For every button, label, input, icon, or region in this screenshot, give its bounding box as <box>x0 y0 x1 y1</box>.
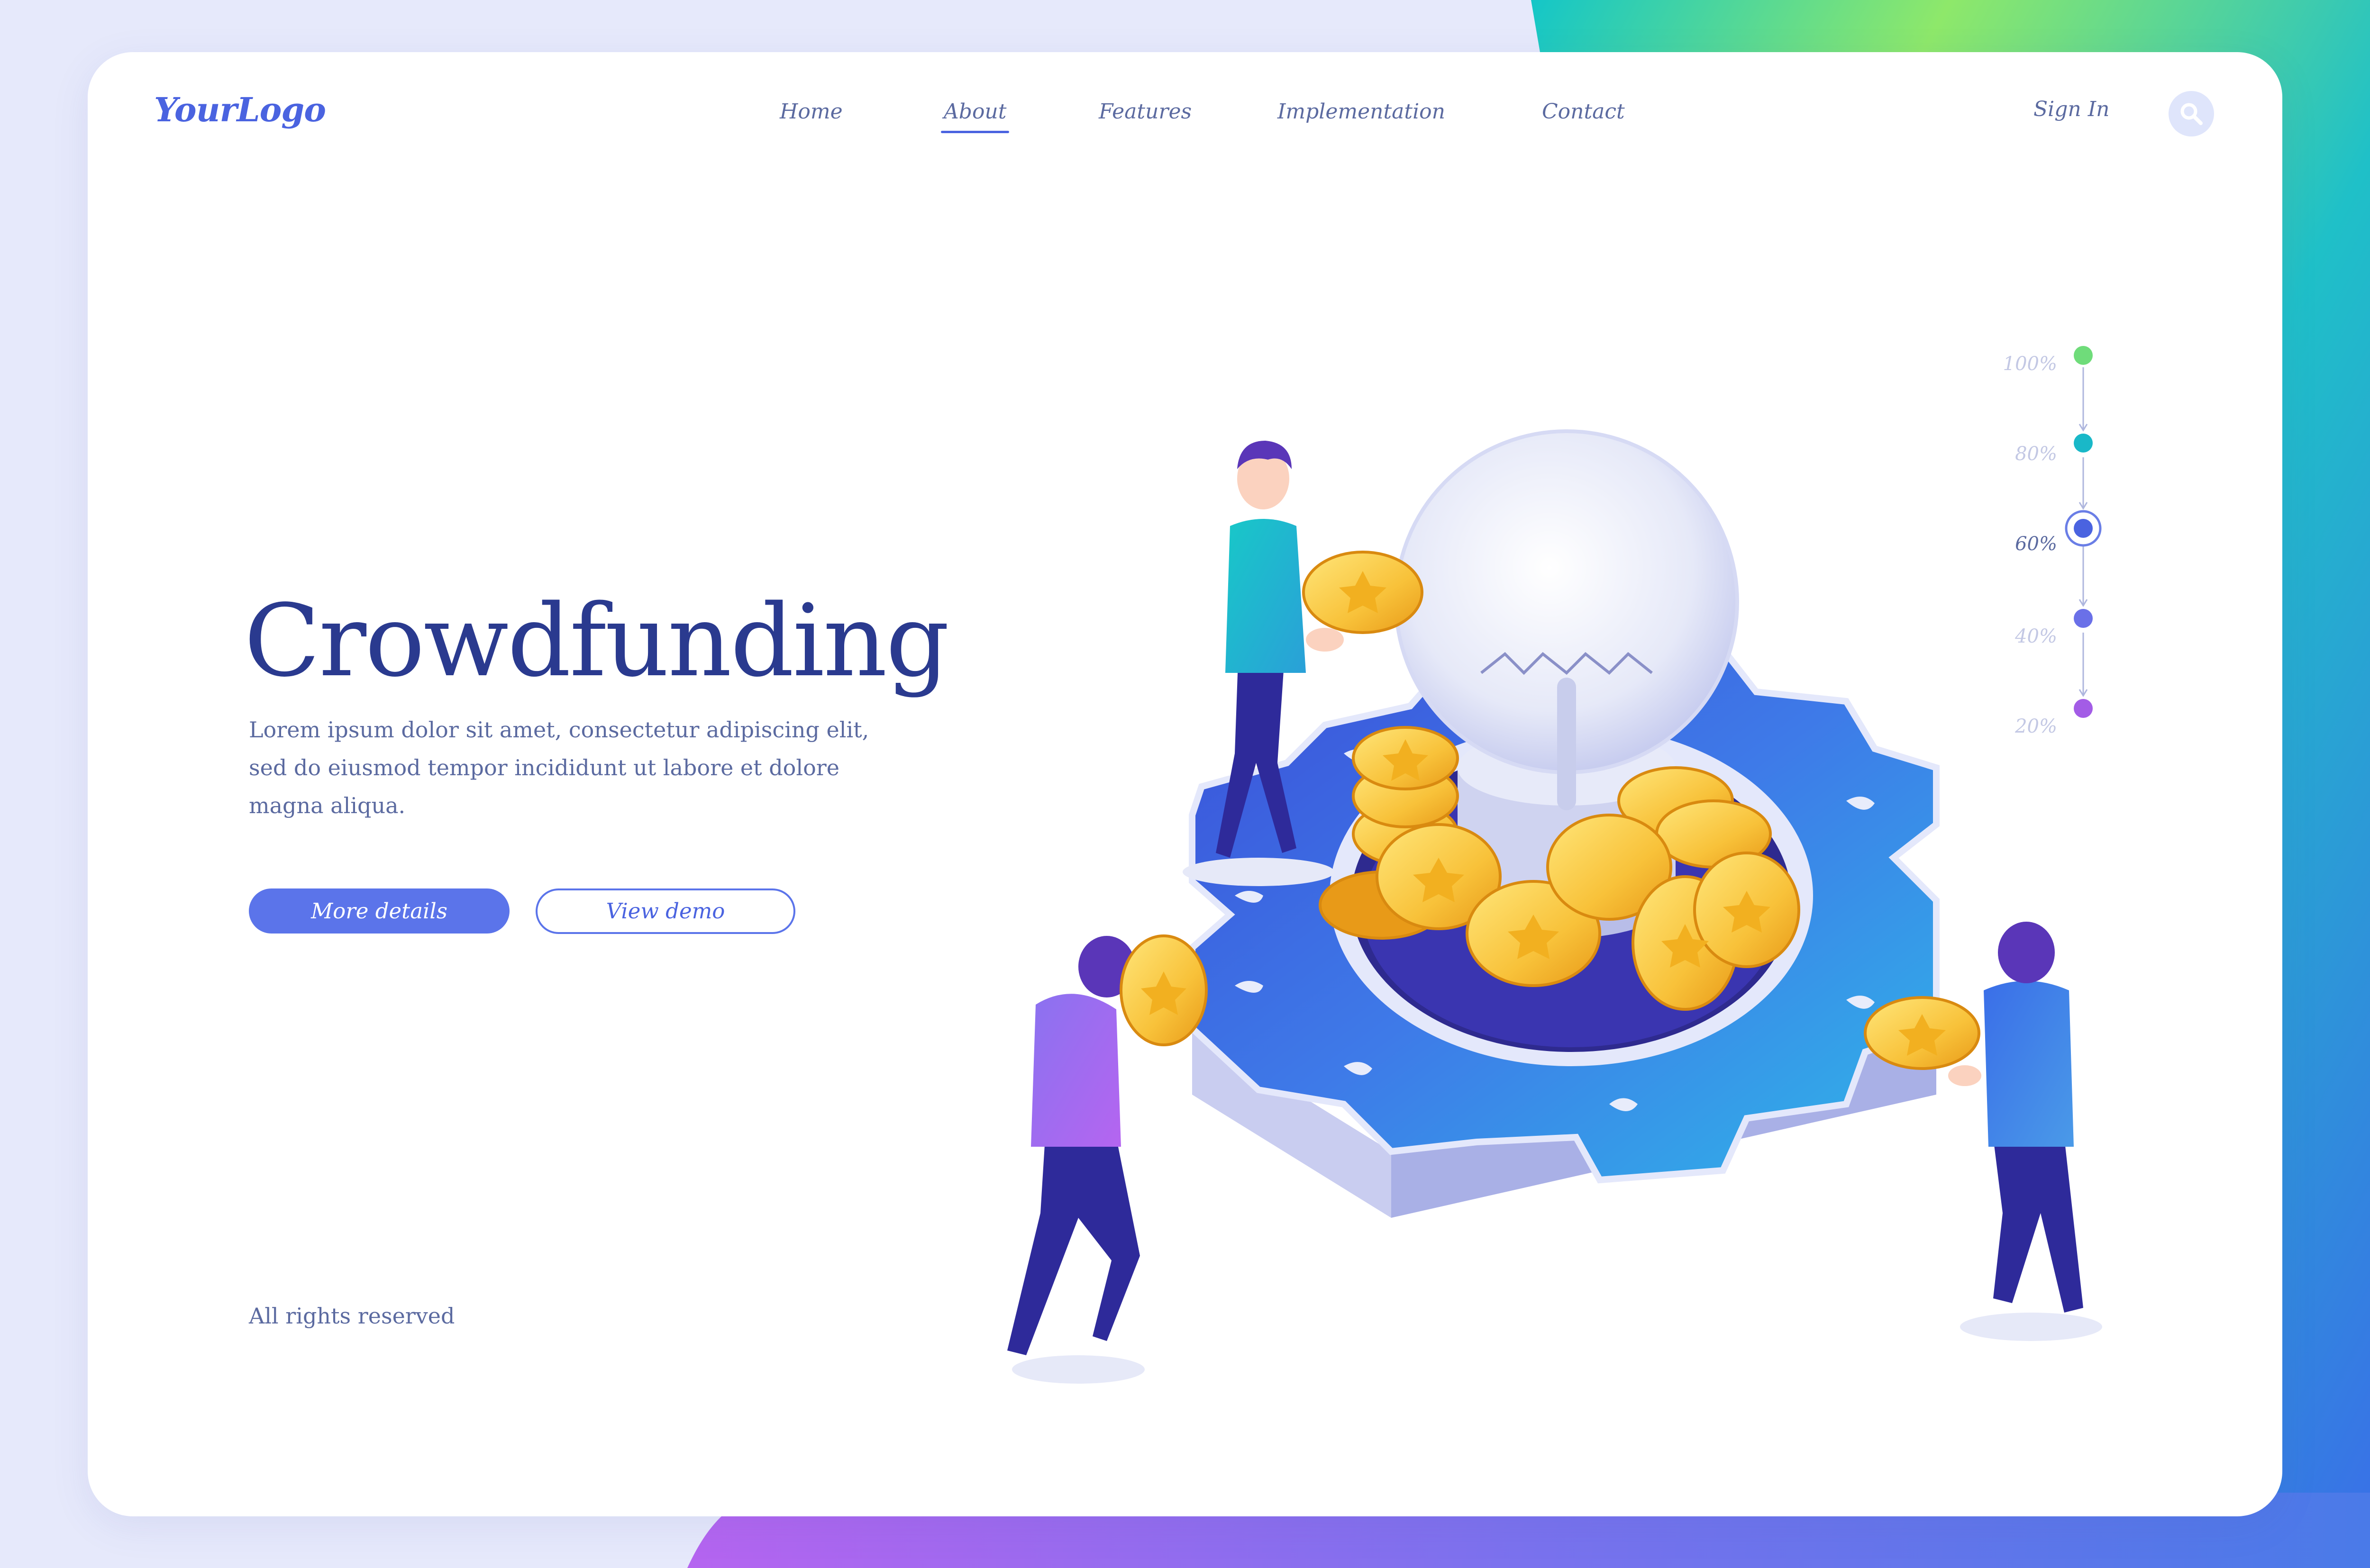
view-demo-button[interactable]: View demo <box>536 888 795 934</box>
main-nav: Home About Features Implementation Conta… <box>88 100 2282 137</box>
nav-home[interactable]: Home <box>780 100 843 124</box>
search-icon <box>2180 103 2203 125</box>
search-button[interactable] <box>2169 91 2214 136</box>
landing-card: YourLogo Home About Features Implementat… <box>88 52 2282 1516</box>
hero-description-line: magna aliqua. <box>249 793 406 818</box>
nav-implementation[interactable]: Implementation <box>1277 100 1445 124</box>
more-details-button[interactable]: More details <box>249 888 510 934</box>
hero-description-line: sed do eiusmod tempor incididunt ut labo… <box>249 755 839 780</box>
nav-about[interactable]: About <box>940 100 1010 133</box>
sign-in-link[interactable]: Sign In <box>2033 97 2109 121</box>
person-carrying-coin-left <box>1007 934 1208 1384</box>
nav-contact[interactable]: Contact <box>1542 100 1625 124</box>
footer-copyright: All rights reserved <box>249 1303 455 1329</box>
crowdfunding-illustration <box>1007 429 2102 1384</box>
hero-description-line: Lorem ipsum dolor sit amet, consectetur … <box>249 717 869 743</box>
hero-description: Lorem ipsum dolor sit amet, consectetur … <box>249 711 869 825</box>
hero-title: Crowdfunding <box>244 583 949 699</box>
nav-features[interactable]: Features <box>1099 100 1192 124</box>
